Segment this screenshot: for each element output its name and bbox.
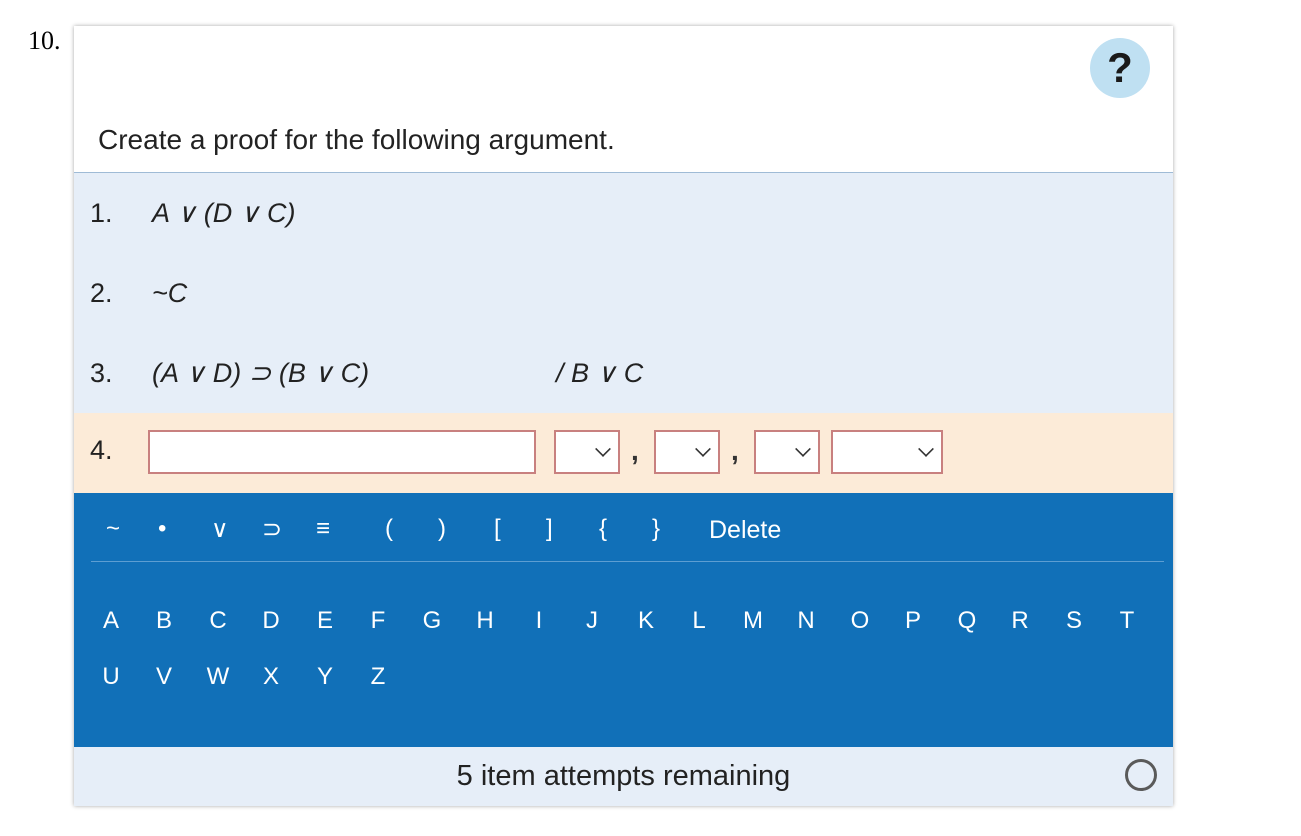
chevron-down-icon xyxy=(918,441,934,457)
letter-key[interactable]: H xyxy=(470,607,500,635)
letter-key[interactable]: T xyxy=(1112,607,1142,635)
question-mark-icon: ? xyxy=(1107,44,1133,91)
letter-key[interactable]: P xyxy=(898,607,928,635)
letter-key[interactable]: O xyxy=(845,607,875,635)
separator: , xyxy=(731,435,739,466)
letter-key[interactable]: G xyxy=(417,607,447,635)
rule-select[interactable] xyxy=(831,430,943,474)
premise-number: 3. xyxy=(90,357,113,388)
premise-list: 1. A ∨ (D ∨ C) 2. ~C 3. (A ∨ D) ⊃ (B ∨ C… xyxy=(74,172,1173,414)
attempts-remaining: 5 item attempts remaining xyxy=(456,760,791,792)
key-close-brace[interactable]: } xyxy=(652,515,660,543)
line-ref-1-select[interactable] xyxy=(554,430,620,474)
key-wedge[interactable]: ∨ xyxy=(211,515,229,544)
letter-key[interactable]: E xyxy=(310,607,340,635)
answer-line-number: 4. xyxy=(90,435,113,465)
attempts-footer: 5 item attempts remaining xyxy=(74,747,1173,806)
question-number: 10. xyxy=(28,26,61,55)
key-close-paren[interactable]: ) xyxy=(438,515,446,543)
premise-number: 1. xyxy=(90,197,113,228)
question-card: ? Create a proof for the following argum… xyxy=(74,26,1173,806)
letter-key[interactable]: F xyxy=(363,607,393,635)
letter-key[interactable]: D xyxy=(256,607,286,635)
letter-key[interactable]: U xyxy=(96,663,126,691)
letter-key[interactable]: M xyxy=(738,607,768,635)
premise-formula: A ∨ (D ∨ C) xyxy=(152,197,296,228)
premise-formula: (A ∨ D) ⊃ (B ∨ C) xyxy=(152,357,370,388)
letter-key[interactable]: K xyxy=(631,607,661,635)
key-open-bracket[interactable]: [ xyxy=(494,515,501,543)
letter-key[interactable]: Z xyxy=(363,663,393,691)
key-horseshoe[interactable]: ⊃ xyxy=(262,515,282,544)
argument-conclusion: / B ∨ C xyxy=(556,357,644,388)
line-ref-3-select[interactable] xyxy=(754,430,820,474)
key-close-bracket[interactable]: ] xyxy=(546,515,553,543)
key-dot[interactable]: • xyxy=(158,515,166,543)
letter-key[interactable]: I xyxy=(524,607,554,635)
letter-key[interactable]: A xyxy=(96,607,126,635)
letter-key[interactable]: Y xyxy=(310,663,340,691)
symbol-keyboard: ~ • ∨ ⊃ ≡ ( ) [ ] { } Delete A B C D E F… xyxy=(74,493,1173,747)
chevron-down-icon xyxy=(795,441,811,457)
premise-formula: ~C xyxy=(152,277,188,308)
question-prompt: Create a proof for the following argumen… xyxy=(98,124,615,155)
empty-circle-icon xyxy=(1125,759,1157,791)
premise-number: 2. xyxy=(90,277,113,308)
help-button[interactable]: ? xyxy=(1090,38,1150,98)
letter-key[interactable]: V xyxy=(149,663,179,691)
chevron-down-icon xyxy=(595,441,611,457)
letter-key[interactable]: W xyxy=(203,663,233,691)
letter-key[interactable]: R xyxy=(1005,607,1035,635)
formula-input[interactable] xyxy=(148,430,536,474)
letter-key[interactable]: J xyxy=(577,607,607,635)
key-open-paren[interactable]: ( xyxy=(385,515,393,543)
letter-key[interactable]: S xyxy=(1059,607,1089,635)
chevron-down-icon xyxy=(695,441,711,457)
key-triple-bar[interactable]: ≡ xyxy=(316,515,330,543)
delete-button[interactable]: Delete xyxy=(709,516,781,545)
letter-key[interactable]: X xyxy=(256,663,286,691)
line-ref-2-select[interactable] xyxy=(654,430,720,474)
key-open-brace[interactable]: { xyxy=(599,515,607,543)
separator: , xyxy=(631,435,639,466)
letter-key[interactable]: Q xyxy=(952,607,982,635)
keyboard-divider xyxy=(91,561,1164,562)
letter-key[interactable]: C xyxy=(203,607,233,635)
proof-answer-line: 4. , , xyxy=(74,413,1173,493)
letter-key[interactable]: B xyxy=(149,607,179,635)
letter-key[interactable]: N xyxy=(791,607,821,635)
letter-key[interactable]: L xyxy=(684,607,714,635)
key-tilde[interactable]: ~ xyxy=(106,515,120,543)
